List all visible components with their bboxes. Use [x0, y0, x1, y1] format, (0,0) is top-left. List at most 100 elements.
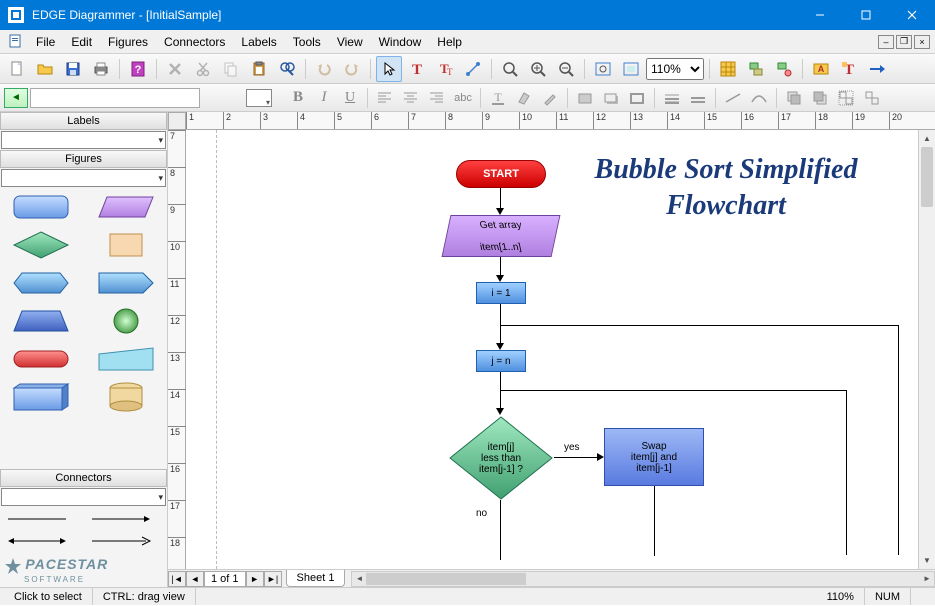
figure-trapezoid[interactable]	[12, 306, 70, 336]
connector-curved-icon[interactable]	[747, 86, 771, 110]
snap-figure-icon[interactable]	[743, 56, 769, 82]
text-tool-icon[interactable]: T	[404, 56, 430, 82]
ruler-vertical[interactable]: 7 8 9 10 11 12 13 14 15 16 17 18	[168, 130, 186, 569]
scroll-right-button[interactable]: ►	[920, 572, 934, 586]
figure-hexagon[interactable]	[12, 268, 70, 298]
bold-icon[interactable]: B	[286, 86, 310, 110]
redo-icon[interactable]	[339, 56, 365, 82]
figure-diamond[interactable]	[12, 230, 70, 260]
new-file-icon[interactable]	[4, 56, 30, 82]
style-icon[interactable]: A	[808, 56, 834, 82]
print-icon[interactable]	[88, 56, 114, 82]
flowchart-start[interactable]: START	[456, 160, 546, 188]
figure-circle[interactable]	[111, 306, 141, 336]
figures-panel-header[interactable]: Figures	[0, 150, 167, 168]
mdi-minimize-button[interactable]: –	[878, 35, 894, 49]
shape-shadow-icon[interactable]	[599, 86, 623, 110]
menu-file[interactable]: File	[28, 33, 63, 51]
flowchart-input[interactable]: Get arrayitem[1..n]	[442, 215, 561, 257]
connector-tool-icon[interactable]	[460, 56, 486, 82]
undo-icon[interactable]	[311, 56, 337, 82]
connector-open-arrow[interactable]	[90, 535, 152, 547]
figure-terminator[interactable]	[12, 349, 70, 369]
horizontal-scrollbar[interactable]: ◄ ►	[351, 571, 935, 587]
open-file-icon[interactable]	[32, 56, 58, 82]
figure-parallelogram[interactable]	[97, 192, 155, 222]
flowchart-decision[interactable]: item[j]less thanitem[j-1] ?	[448, 415, 554, 501]
scroll-thumb[interactable]	[366, 573, 526, 585]
zoom-fit-icon[interactable]	[590, 56, 616, 82]
help-icon[interactable]: ?	[125, 56, 151, 82]
cut-icon[interactable]	[190, 56, 216, 82]
figure-cylinder[interactable]	[107, 382, 145, 412]
connector-line[interactable]	[6, 513, 68, 525]
group-icon[interactable]	[834, 86, 858, 110]
zoom-combo[interactable]: 110%	[646, 58, 704, 80]
scroll-left-button[interactable]: ◄	[352, 572, 366, 586]
scroll-up-button[interactable]: ▲	[919, 130, 935, 147]
figure-3d-rect[interactable]	[12, 382, 70, 412]
connectors-panel-header[interactable]: Connectors	[0, 469, 167, 487]
connector-arrow[interactable]	[90, 513, 152, 525]
zoom-icon[interactable]	[497, 56, 523, 82]
figure-roundrect[interactable]	[12, 192, 70, 222]
nav-left-icon[interactable]: ◄	[4, 88, 28, 108]
labels-panel-header[interactable]: Labels	[0, 112, 167, 130]
highlight-icon[interactable]	[512, 86, 536, 110]
scroll-thumb[interactable]	[921, 147, 933, 207]
mdi-restore-button[interactable]: ❐	[896, 35, 912, 49]
flowchart-process-j[interactable]: j = n	[476, 350, 526, 372]
menu-view[interactable]: View	[329, 33, 371, 51]
text-color-icon[interactable]: T	[486, 86, 510, 110]
connector-double-arrow[interactable]	[6, 535, 68, 547]
shape-fill-icon[interactable]	[573, 86, 597, 110]
line-color-icon[interactable]	[686, 86, 710, 110]
vertical-scrollbar[interactable]: ▲ ▼	[918, 130, 935, 569]
brush-icon[interactable]	[538, 86, 562, 110]
close-button[interactable]	[889, 0, 935, 30]
underline-icon[interactable]: U	[338, 86, 362, 110]
send-back-icon[interactable]	[808, 86, 832, 110]
scroll-down-button[interactable]: ▼	[919, 552, 935, 569]
grid-icon[interactable]	[715, 56, 741, 82]
text-style-icon[interactable]: T	[836, 56, 862, 82]
copy-icon[interactable]	[218, 56, 244, 82]
ungroup-icon[interactable]	[860, 86, 884, 110]
sheet-prev-button[interactable]: ◄	[186, 571, 204, 587]
menu-help[interactable]: Help	[429, 33, 470, 51]
flowchart-process-i[interactable]: i = 1	[476, 282, 526, 304]
flowchart-swap[interactable]: Swapitem[j] anditem[j-1]	[604, 428, 704, 486]
pointer-tool-icon[interactable]	[376, 56, 402, 82]
export-icon[interactable]	[864, 56, 890, 82]
sheet-next-button[interactable]: ►	[246, 571, 264, 587]
find-icon[interactable]	[274, 56, 300, 82]
minimize-button[interactable]	[797, 0, 843, 30]
zoom-page-icon[interactable]	[618, 56, 644, 82]
maximize-button[interactable]	[843, 0, 889, 30]
sheet-first-button[interactable]: |◄	[168, 571, 186, 587]
sheet-tab[interactable]: Sheet 1	[286, 570, 346, 587]
labels-combo[interactable]	[1, 131, 166, 149]
ruler-horizontal[interactable]: 1 2 3 4 5 6 7 8 9 10 11 12 13 14 15 16 1…	[186, 112, 935, 130]
mdi-close-button[interactable]: ×	[914, 35, 930, 49]
menu-connectors[interactable]: Connectors	[156, 33, 233, 51]
sheet-last-button[interactable]: ►|	[264, 571, 282, 587]
menu-labels[interactable]: Labels	[233, 33, 284, 51]
shape-border-icon[interactable]	[625, 86, 649, 110]
save-icon[interactable]	[60, 56, 86, 82]
connector-straight-icon[interactable]	[721, 86, 745, 110]
snap-grid-icon[interactable]	[771, 56, 797, 82]
menu-window[interactable]: Window	[371, 33, 430, 51]
bring-front-icon[interactable]	[782, 86, 806, 110]
zoom-in-icon[interactable]	[525, 56, 551, 82]
menu-edit[interactable]: Edit	[63, 33, 100, 51]
font-combo[interactable]	[30, 88, 200, 108]
connectors-combo[interactable]	[1, 488, 166, 506]
align-right-icon[interactable]	[425, 86, 449, 110]
italic-icon[interactable]: I	[312, 86, 336, 110]
diagram-title[interactable]: Bubble Sort Simplified Flowchart	[586, 152, 866, 225]
text-field-icon[interactable]: abc	[451, 86, 475, 110]
canvas[interactable]: Bubble Sort Simplified Flowchart START G…	[186, 130, 918, 569]
figures-combo[interactable]	[1, 169, 166, 187]
align-center-icon[interactable]	[399, 86, 423, 110]
